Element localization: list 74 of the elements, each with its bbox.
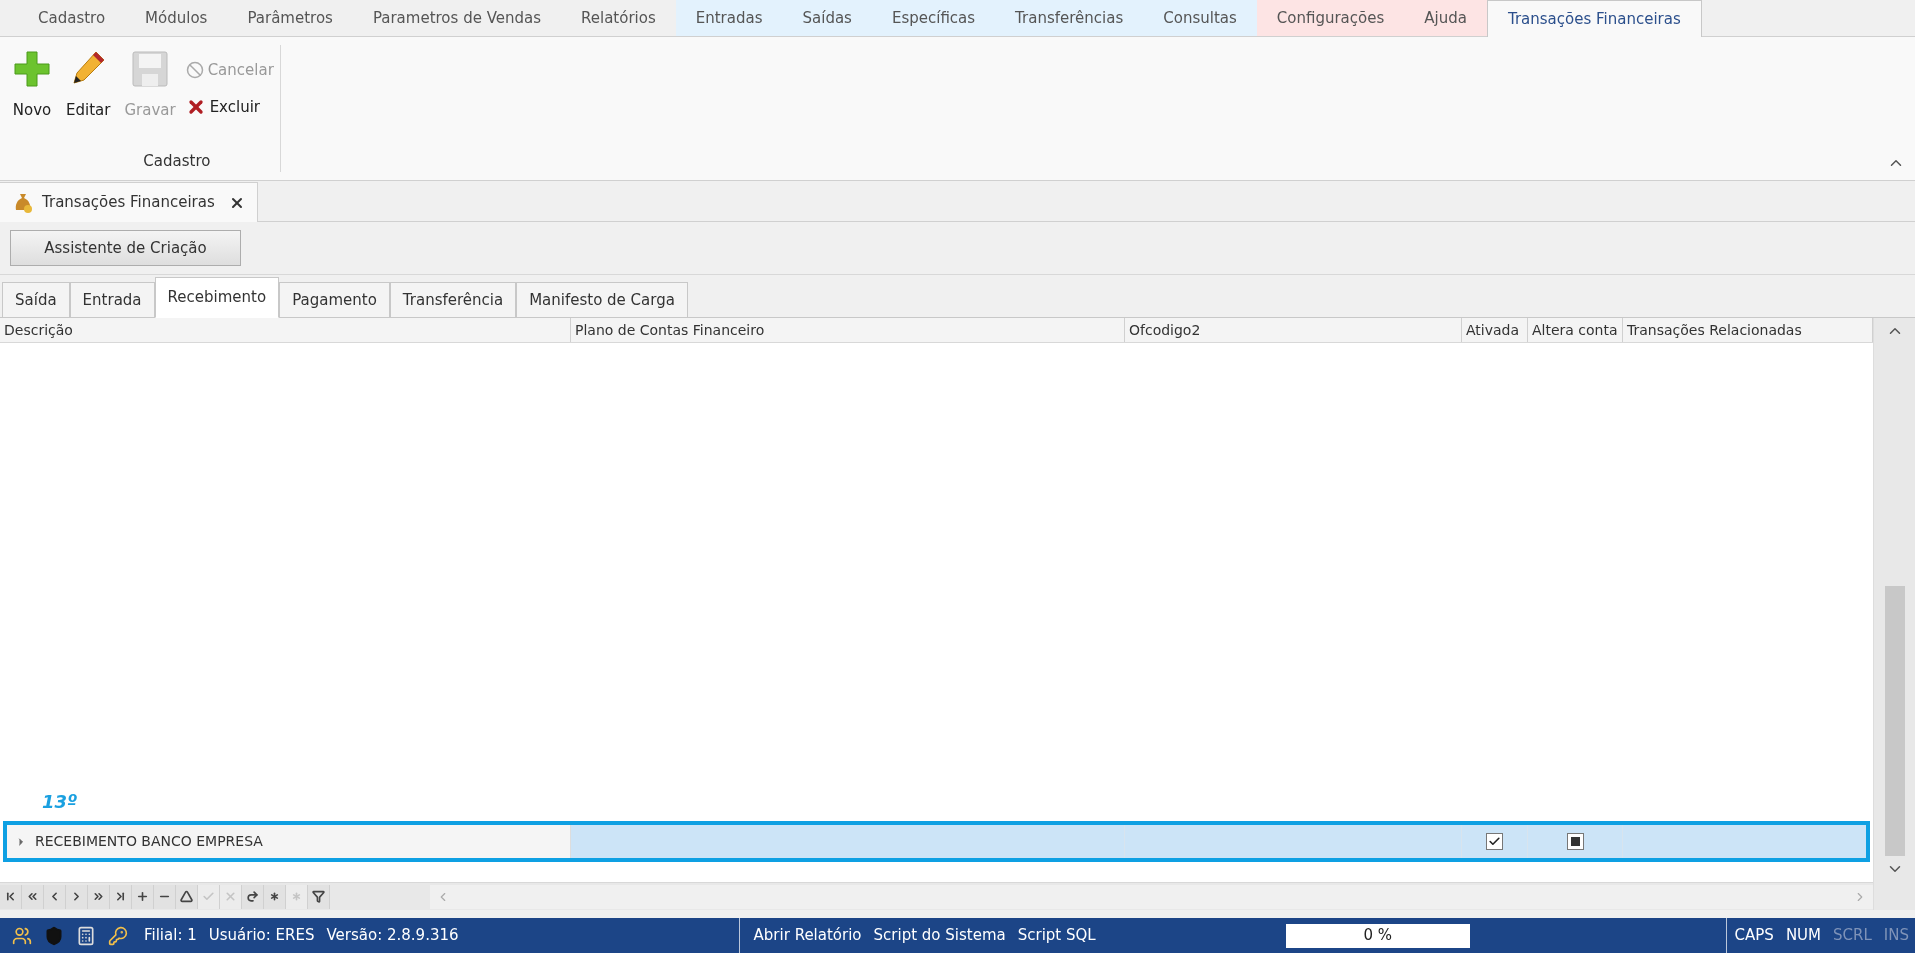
cancel-icon bbox=[185, 61, 204, 80]
asterisk-icon bbox=[268, 890, 281, 903]
square-icon bbox=[1570, 837, 1580, 846]
annotation-label: 13º bbox=[41, 790, 79, 814]
status-text: Usuário: ERES bbox=[208, 925, 315, 947]
double-left-icon bbox=[26, 890, 39, 903]
vertical-scrollbar[interactable] bbox=[1873, 318, 1915, 910]
asterisk-icon bbox=[290, 890, 303, 903]
plus-icon bbox=[136, 890, 149, 903]
first-icon bbox=[4, 890, 17, 903]
column-header[interactable]: Descrição bbox=[0, 318, 571, 342]
key-indicator: SCRL bbox=[1833, 925, 1872, 947]
filter-icon bbox=[312, 890, 325, 903]
double-right-icon bbox=[92, 890, 105, 903]
check-icon bbox=[202, 890, 215, 903]
plus-icon bbox=[12, 49, 52, 89]
menu-tab[interactable]: Configurações bbox=[1256, 0, 1405, 36]
menu-tab[interactable]: Transferências bbox=[995, 0, 1144, 36]
wizard-button[interactable]: Assistente de Criação bbox=[10, 230, 241, 266]
ribbon-button[interactable]: Excluir bbox=[185, 95, 274, 118]
group-label: Cadastro bbox=[142, 150, 212, 172]
users-icon[interactable] bbox=[12, 925, 32, 946]
calculator-icon[interactable] bbox=[76, 925, 96, 946]
tab[interactable]: Entrada bbox=[69, 282, 155, 318]
redo-icon bbox=[246, 890, 259, 903]
navigator-button[interactable] bbox=[88, 884, 110, 909]
checkbox[interactable] bbox=[1566, 833, 1584, 850]
tab[interactable]: Manifesto de Carga bbox=[516, 282, 688, 318]
key-indicator: INS bbox=[1883, 925, 1909, 947]
navigator-button[interactable] bbox=[308, 884, 330, 909]
key-indicator: CAPS bbox=[1734, 925, 1774, 947]
status-text: Filial: 1 bbox=[144, 925, 197, 947]
tab[interactable]: Transferência bbox=[389, 282, 517, 318]
tab[interactable]: Recebimento bbox=[154, 277, 280, 318]
menu-tab[interactable]: Transações Financeiras bbox=[1486, 0, 1702, 37]
scroll-thumb[interactable] bbox=[1884, 586, 1905, 856]
column-header[interactable]: Ofcodigo2 bbox=[1125, 318, 1462, 342]
tab-title: Transações Financeiras bbox=[42, 192, 215, 214]
navigator-button[interactable] bbox=[176, 884, 198, 909]
document-tab[interactable]: Transações Financeiras bbox=[0, 182, 258, 222]
triangle-icon bbox=[180, 890, 193, 903]
check-icon bbox=[1488, 835, 1501, 848]
menu-tab[interactable]: Ajuda bbox=[1404, 0, 1487, 36]
tab[interactable]: Pagamento bbox=[279, 282, 390, 318]
column-header[interactable]: Altera conta bbox=[1528, 318, 1623, 342]
close-icon bbox=[224, 890, 237, 903]
navigator-button[interactable] bbox=[242, 884, 264, 909]
key-indicator: NUM bbox=[1785, 925, 1822, 947]
navigator-button[interactable] bbox=[0, 884, 22, 909]
progress-reading: 0 % bbox=[1363, 925, 1392, 947]
last-icon bbox=[114, 890, 127, 903]
status-link[interactable]: Abrir Relatório bbox=[753, 924, 862, 947]
column-header[interactable]: Ativada bbox=[1462, 318, 1528, 342]
tab[interactable]: Saída bbox=[2, 282, 70, 318]
navigator-button[interactable] bbox=[22, 884, 44, 909]
checkbox[interactable] bbox=[1486, 833, 1503, 850]
table-row[interactable]: RECEBIMENTO BANCO EMPRESA bbox=[3, 821, 1870, 862]
status-link[interactable]: Script SQL bbox=[1017, 924, 1096, 947]
menu-tab[interactable]: Consultas bbox=[1143, 0, 1257, 36]
status-link[interactable]: Script do Sistema bbox=[873, 924, 1006, 947]
menu-tab[interactable]: Entradas bbox=[675, 0, 783, 36]
navigator-button[interactable] bbox=[264, 884, 286, 909]
navigator-button[interactable] bbox=[110, 884, 132, 909]
navigator-button[interactable] bbox=[132, 884, 154, 909]
status-text: Versão: 2.8.9.316 bbox=[326, 925, 459, 947]
navigator-button[interactable] bbox=[44, 884, 66, 909]
ribbon-button[interactable]: Novo bbox=[8, 49, 56, 122]
menu-tab[interactable]: Saídas bbox=[782, 0, 872, 36]
table-cell-text: RECEBIMENTO BANCO EMPRESA bbox=[35, 832, 263, 851]
navigator-button[interactable] bbox=[66, 884, 88, 909]
menu-tab[interactable]: Específicas bbox=[871, 0, 996, 36]
key-icon[interactable] bbox=[108, 925, 128, 946]
column-header[interactable]: Plano de Contas Financeiro bbox=[571, 318, 1125, 342]
ribbon-button[interactable]: Editar bbox=[62, 49, 115, 122]
